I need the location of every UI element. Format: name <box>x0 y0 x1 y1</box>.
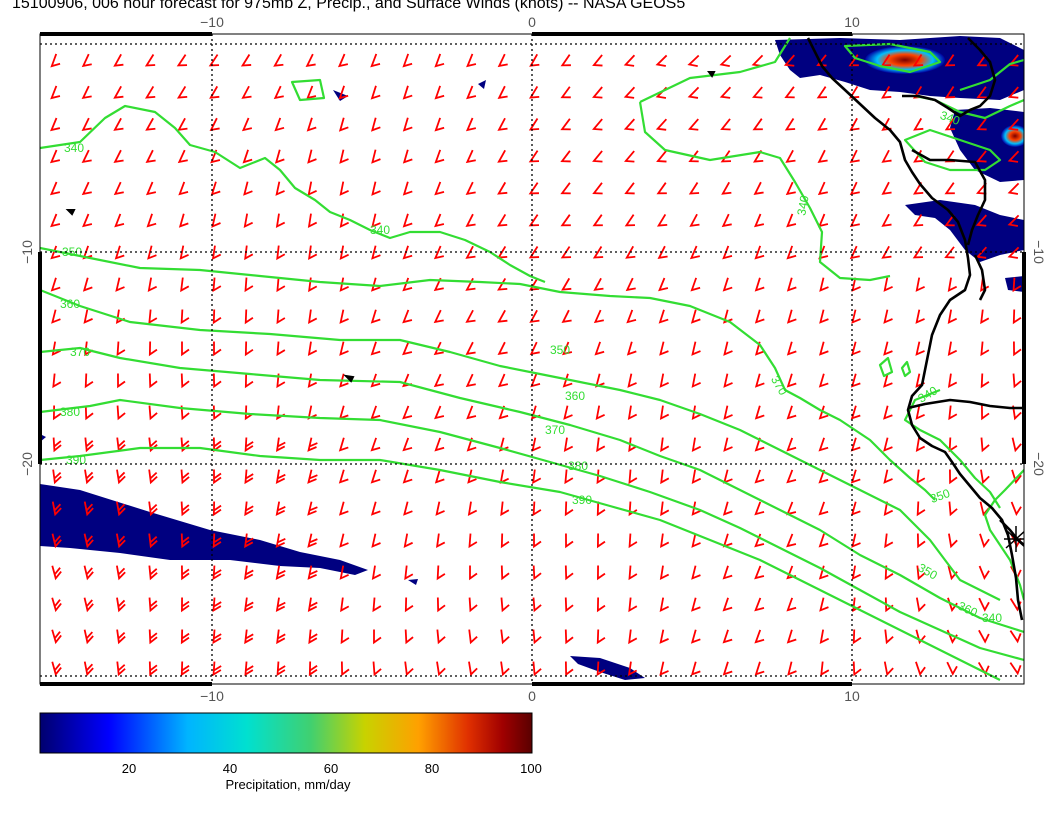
contour-label: 390 <box>66 453 86 467</box>
precip-hotspot-east <box>1001 125 1024 147</box>
lon-label-top: 0 <box>528 14 536 30</box>
contour-label: 380 <box>60 405 80 419</box>
lat-label-left: −20 <box>19 452 35 476</box>
contour-label: 370 <box>545 423 565 437</box>
lat-label-left: −10 <box>19 240 35 264</box>
colorbar: 20 40 60 80 100 Precipitation, mm/day <box>39 712 542 792</box>
contour-label: 360 <box>565 389 585 403</box>
lat-label-right: −10 <box>1031 240 1047 264</box>
lon-label-bottom: 0 <box>528 688 536 704</box>
contour-label: 370 <box>70 345 90 359</box>
colorbar-label: Precipitation, mm/day <box>226 777 351 792</box>
colorbar-tick: 20 <box>122 761 136 776</box>
lon-label-top: −10 <box>200 14 224 30</box>
contour-label: 390 <box>572 493 592 507</box>
colorbar-tick: 100 <box>520 761 542 776</box>
contour-label: 350 <box>550 343 570 357</box>
contour-label: 360 <box>60 297 80 311</box>
contour-label: 380 <box>568 459 588 473</box>
colorbar-gradient <box>39 712 533 754</box>
forecast-map: 340 340 350 360 370 380 390 340 340 350 … <box>19 14 1047 792</box>
colorbar-tick: 60 <box>324 761 338 776</box>
lon-label-bottom: 10 <box>844 688 860 704</box>
colorbar-tick: 40 <box>223 761 237 776</box>
lon-label-bottom: −10 <box>200 688 224 704</box>
lat-label-right: −20 <box>1031 452 1047 476</box>
lon-label-top: 10 <box>844 14 860 30</box>
contour-label: 340 <box>370 223 390 237</box>
precip-hotspot-north <box>865 46 945 74</box>
contour-label: 340 <box>982 611 1002 625</box>
colorbar-tick: 80 <box>425 761 439 776</box>
contour-label: 340 <box>64 141 84 155</box>
